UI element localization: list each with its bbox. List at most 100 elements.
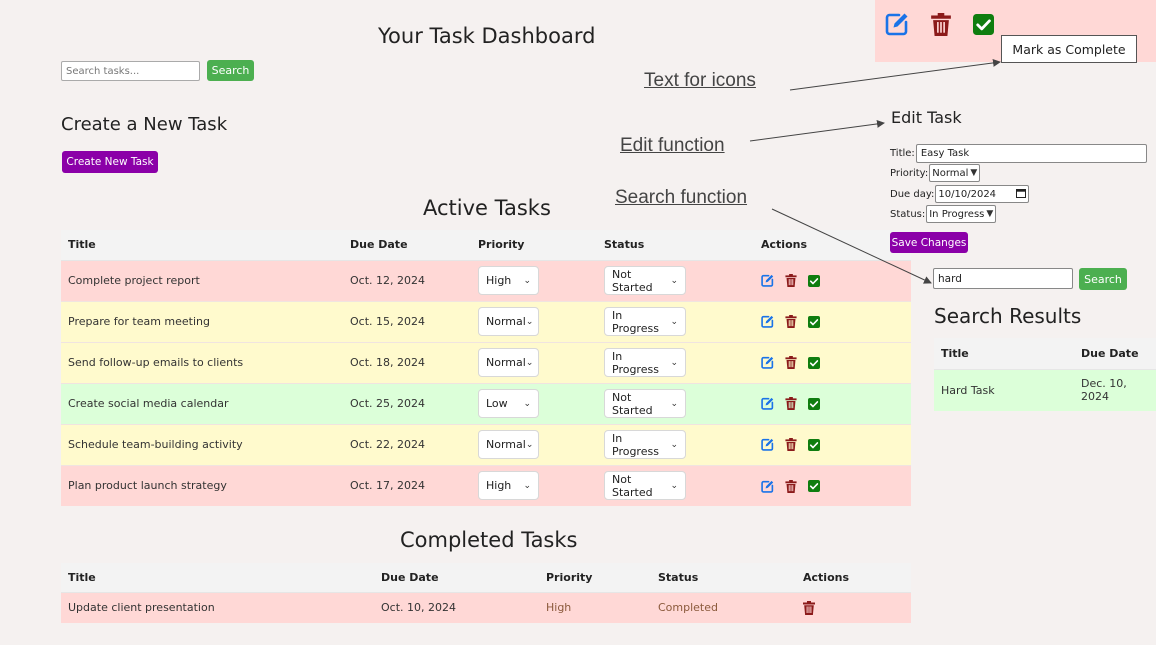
priority-select[interactable]: Normal ⌄ xyxy=(478,348,539,377)
status-value: Not Started xyxy=(612,267,653,294)
status-select[interactable]: Not Started ⌄ xyxy=(604,389,686,418)
search-input[interactable] xyxy=(61,61,200,81)
check-icon[interactable] xyxy=(808,397,820,410)
edit-icon[interactable] xyxy=(761,480,774,493)
status-select[interactable]: In Progress ⌄ xyxy=(604,348,686,377)
priority-value: Normal xyxy=(486,315,526,328)
check-icon[interactable] xyxy=(808,315,820,328)
column-header-actions: Actions xyxy=(796,563,911,593)
table-header-row: Title Due Date Priority Status Actions xyxy=(61,563,911,593)
priority-select[interactable]: Normal ⌄ xyxy=(478,307,539,336)
table-header-row: Title Due Date Priority Status Actions xyxy=(61,230,911,261)
edit-due-row: Due day: 10/10/2024 xyxy=(890,185,1030,203)
edit-icon[interactable] xyxy=(761,356,774,369)
trash-icon[interactable] xyxy=(785,356,797,370)
status-value: Not Started xyxy=(612,472,653,499)
task-priority-cell: High ⌄ xyxy=(471,260,597,301)
task-actions xyxy=(754,300,911,342)
column-header-title: Title xyxy=(61,563,374,593)
edit-icon[interactable] xyxy=(761,438,774,451)
chevron-down-icon: ▼ xyxy=(986,209,994,219)
task-due-date: Oct. 22, 2024 xyxy=(343,423,471,465)
task-actions xyxy=(754,423,911,465)
column-header-due-date: Due Date xyxy=(374,563,539,593)
task-due-date: Oct. 25, 2024 xyxy=(343,382,471,424)
column-header-status: Status xyxy=(597,230,754,261)
chevron-down-icon: ⌄ xyxy=(523,398,531,409)
priority-select[interactable]: Low ⌄ xyxy=(478,389,539,418)
trash-icon[interactable] xyxy=(785,397,797,411)
priority-select[interactable]: Normal ⌄ xyxy=(478,430,539,459)
chevron-down-icon: ⌄ xyxy=(523,480,531,491)
active-tasks-heading: Active Tasks xyxy=(423,196,551,220)
edit-priority-label: Priority: xyxy=(890,167,929,179)
priority-select[interactable]: High ⌄ xyxy=(478,471,539,501)
edit-icon[interactable] xyxy=(761,274,774,287)
table-row: Hard Task Dec. 10, 2024 xyxy=(934,369,1156,411)
search-button[interactable]: Search xyxy=(207,60,254,81)
task-due-date: Oct. 12, 2024 xyxy=(343,260,471,301)
chevron-down-icon: ⌄ xyxy=(525,439,534,450)
column-header-status: Status xyxy=(651,563,796,593)
column-header-priority: Priority xyxy=(539,563,651,593)
edit-title-label: Title: xyxy=(890,148,915,159)
search-demo-input[interactable] xyxy=(933,268,1073,289)
task-status-cell: Not Started ⌄ xyxy=(597,260,754,301)
task-priority-cell: Normal ⌄ xyxy=(471,300,597,342)
table-row: Prepare for team meeting Oct. 15, 2024 Nor… xyxy=(61,300,911,342)
task-title: Send follow-up emails to clients xyxy=(61,341,343,383)
completed-tasks-heading: Completed Tasks xyxy=(400,528,578,552)
status-select[interactable]: In Progress ⌄ xyxy=(604,430,686,459)
priority-value: Normal xyxy=(486,438,526,451)
trash-icon[interactable] xyxy=(785,274,797,288)
trash-icon[interactable] xyxy=(785,438,797,452)
task-title: Update client presentation xyxy=(61,592,374,623)
edit-icon[interactable] xyxy=(761,315,774,328)
check-icon[interactable] xyxy=(808,480,820,492)
edit-icon[interactable] xyxy=(761,397,774,410)
task-title: Create social media calendar xyxy=(61,382,343,424)
column-header-priority: Priority xyxy=(471,230,597,261)
calendar-icon[interactable] xyxy=(1016,188,1027,201)
search-demo-button[interactable]: Search xyxy=(1079,268,1127,290)
task-status-cell: In Progress ⌄ xyxy=(597,300,754,342)
check-icon[interactable] xyxy=(973,14,994,39)
save-changes-button[interactable]: Save Changes xyxy=(890,232,968,253)
check-icon[interactable] xyxy=(808,438,820,451)
priority-select[interactable]: High ⌄ xyxy=(478,266,539,295)
table-row: Send follow-up emails to clients Oct. 18,… xyxy=(61,341,911,383)
edit-due-input[interactable]: 10/10/2024 xyxy=(935,185,1030,203)
chevron-down-icon: ⌄ xyxy=(525,357,534,368)
task-status-cell: In Progress ⌄ xyxy=(597,423,754,465)
status-value: In Progress xyxy=(612,308,659,335)
edit-title-input[interactable] xyxy=(915,144,1147,163)
task-status: Completed xyxy=(651,592,796,623)
status-value: In Progress xyxy=(612,349,659,376)
check-icon[interactable] xyxy=(808,356,820,369)
table-header-row: Title Due Date xyxy=(934,338,1156,370)
task-actions xyxy=(796,592,911,623)
edit-icon[interactable] xyxy=(885,12,909,40)
priority-value: Low xyxy=(486,397,508,410)
create-task-button[interactable]: Create New Task xyxy=(62,151,158,173)
check-icon[interactable] xyxy=(808,274,820,287)
task-priority-cell: Low ⌄ xyxy=(471,382,597,424)
status-select[interactable]: In Progress ⌄ xyxy=(604,307,686,336)
trash-icon[interactable] xyxy=(931,13,951,40)
trash-icon[interactable] xyxy=(803,600,815,615)
chevron-down-icon: ⌄ xyxy=(525,316,534,327)
task-due-date: Oct. 17, 2024 xyxy=(343,464,471,506)
search-results-heading: Search Results xyxy=(934,304,1082,328)
icon-tooltip: Mark as Complete xyxy=(1001,35,1137,63)
chevron-down-icon: ▼ xyxy=(970,168,978,178)
trash-icon[interactable] xyxy=(785,315,797,329)
arrow-to-edit-task xyxy=(749,119,885,142)
task-title: Prepare for team meeting xyxy=(61,300,343,342)
status-select[interactable]: Not Started ⌄ xyxy=(604,266,686,295)
edit-status-select[interactable]: In Progress ▼ xyxy=(926,205,997,223)
edit-priority-select[interactable]: Normal ▼ xyxy=(929,164,981,182)
trash-icon[interactable] xyxy=(785,479,797,493)
create-task-heading: Create a New Task xyxy=(61,114,228,135)
status-select[interactable]: Not Started ⌄ xyxy=(604,471,686,501)
task-due-date: Oct. 10, 2024 xyxy=(374,592,539,623)
